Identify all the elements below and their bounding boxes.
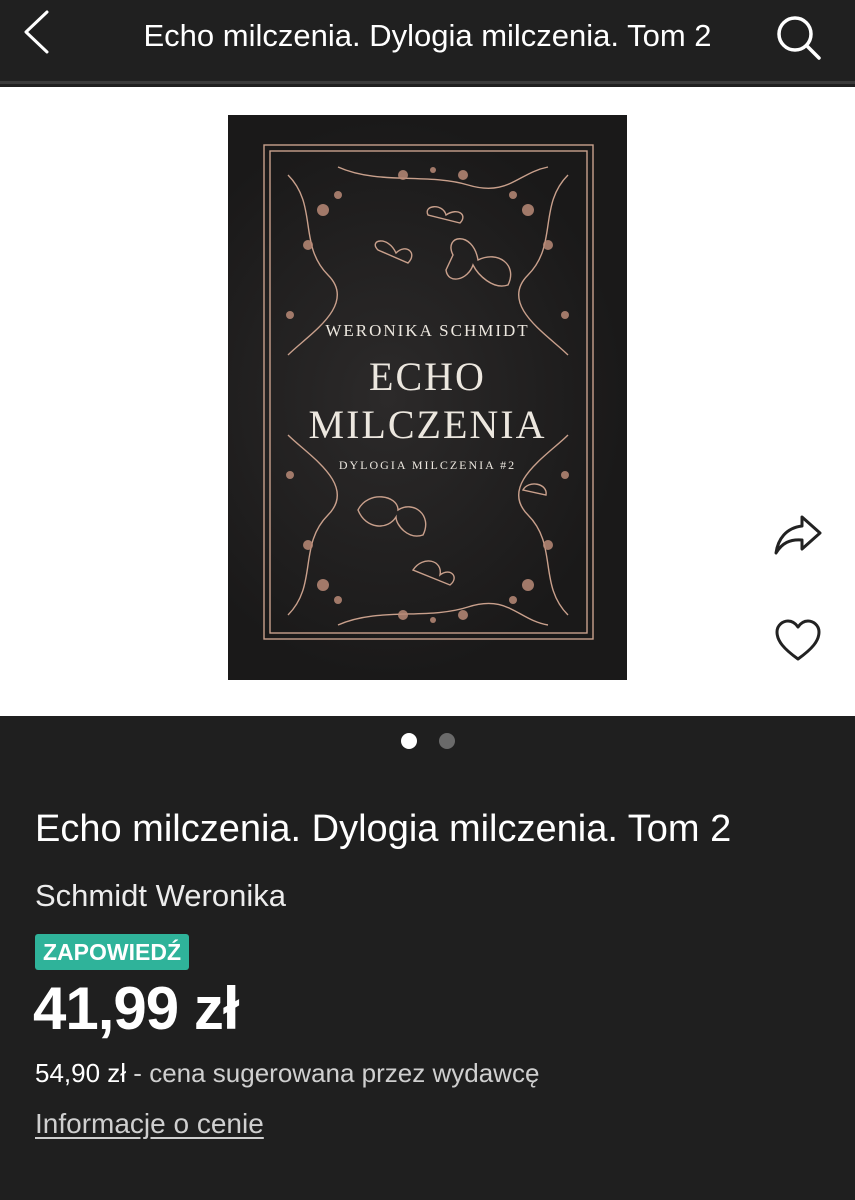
share-button[interactable] (770, 507, 826, 563)
product-author-link[interactable]: Schmidt Weronika (35, 878, 286, 914)
cover-series: DYLOGIA MILCZENIA #2 (338, 458, 517, 472)
top-bar: Echo milczenia. Dylogia milczenia. Tom 2 (0, 0, 855, 84)
price-info-link[interactable]: Informacje o cenie (35, 1108, 264, 1140)
separator: - (126, 1058, 150, 1088)
share-icon (774, 515, 822, 555)
pagination-dot[interactable] (438, 733, 455, 749)
chevron-left-icon (24, 10, 49, 54)
cover-author: WERONIKA SCHMIDT (325, 321, 530, 340)
cover-title: ECHO MILCZENIA (228, 353, 627, 449)
gallery-pagination (0, 733, 855, 749)
product-price: 41,99 zł (33, 975, 239, 1042)
status-badge: ZAPOWIEDŹ (35, 934, 189, 970)
product-gallery[interactable]: WERONIKA SCHMIDT ECHO MILCZENIA DYLOGIA … (0, 87, 855, 716)
search-icon (777, 16, 821, 60)
favorite-button[interactable] (770, 613, 826, 669)
suggested-price: 54,90 zł (35, 1058, 127, 1088)
pagination-dot-active[interactable] (400, 733, 417, 749)
heart-icon (775, 619, 821, 661)
search-button[interactable] (773, 12, 825, 64)
suggested-price-row: 54,90 zł - cena sugerowana przez wydawcę (35, 1058, 539, 1089)
suggested-price-note: cena sugerowana przez wydawcę (149, 1058, 540, 1088)
back-button[interactable] (14, 8, 58, 56)
book-cover-image[interactable]: WERONIKA SCHMIDT ECHO MILCZENIA DYLOGIA … (228, 115, 627, 680)
cover-title-line: ECHO (369, 354, 486, 399)
page-title: Echo milczenia. Dylogia milczenia. Tom 2 (143, 18, 712, 53)
cover-title-line: MILCZENIA (308, 402, 547, 447)
product-title: Echo milczenia. Dylogia milczenia. Tom 2 (35, 808, 732, 850)
